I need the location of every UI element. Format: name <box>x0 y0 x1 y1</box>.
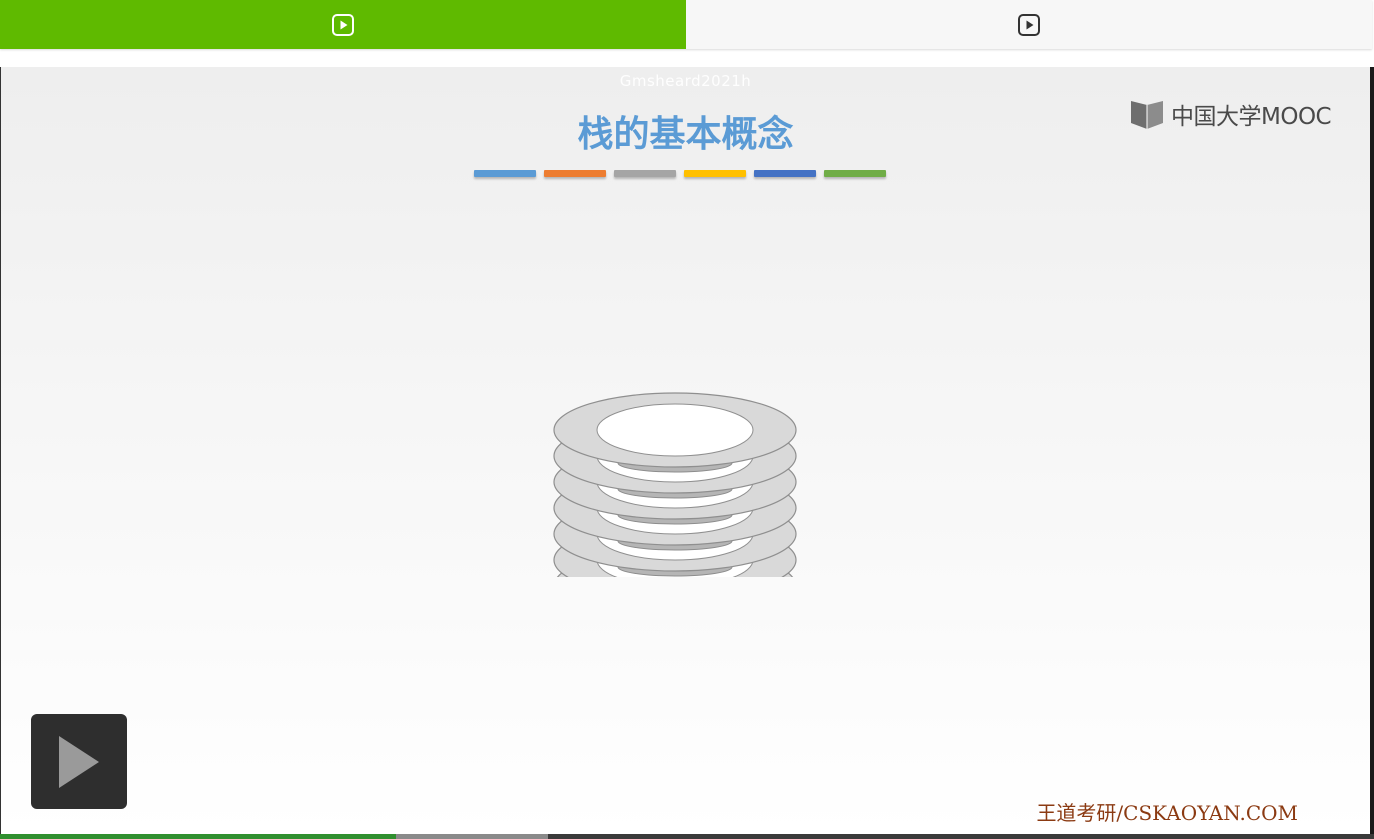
play-button[interactable] <box>31 714 127 809</box>
color-bar-5 <box>754 170 816 177</box>
tab-video-2[interactable] <box>686 0 1372 49</box>
logo-text: 中国大学MOOC <box>1171 104 1332 130</box>
video-progress-bar[interactable] <box>0 834 1374 839</box>
color-bar-2 <box>544 170 606 177</box>
plate-stack-illustration <box>553 392 797 577</box>
color-bar-1 <box>474 170 536 177</box>
footer-brand-text: 王道考研/CSKAOYAN.COM <box>1036 801 1298 825</box>
tab-video-1[interactable] <box>0 0 686 49</box>
color-bar-6 <box>824 170 886 177</box>
color-bar-4 <box>684 170 746 177</box>
progress-buffered <box>395 834 549 839</box>
title-color-bars <box>474 170 886 177</box>
play-square-icon <box>1017 13 1041 37</box>
video-stage[interactable]: Gmsheard2021h 栈的基本概念 中国大学MOOC 王道考研/CSKAO… <box>1 67 1370 834</box>
video-tab-bar <box>0 0 1372 49</box>
mooc-book-icon <box>1131 101 1163 129</box>
play-square-icon <box>331 13 355 37</box>
mooc-logo: 中国大学MOOC <box>1129 97 1332 131</box>
play-icon <box>59 735 99 788</box>
watermark-text: Gmsheard2021h <box>619 72 752 90</box>
progress-played <box>0 834 396 839</box>
color-bar-3 <box>614 170 676 177</box>
video-frame-right-edge <box>1370 67 1374 834</box>
